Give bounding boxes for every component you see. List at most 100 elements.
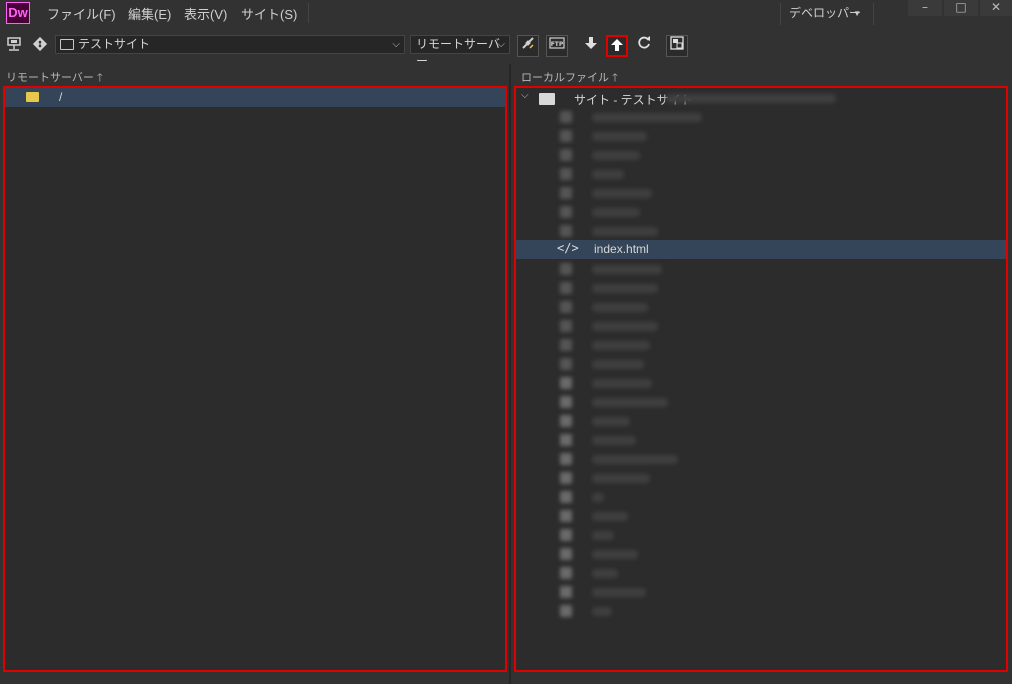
folder-icon <box>560 377 572 389</box>
folder-icon <box>560 491 572 503</box>
list-item[interactable] <box>516 526 1006 545</box>
list-item[interactable] <box>516 279 1006 298</box>
connect-button[interactable] <box>517 35 539 57</box>
chevron-down-icon: ⌵ <box>497 39 505 50</box>
list-item[interactable] <box>516 298 1006 317</box>
blurred-name <box>592 303 648 312</box>
list-item[interactable] <box>516 412 1006 431</box>
blurred-name <box>592 208 640 217</box>
chevron-down-icon[interactable]: ⌵ <box>521 90 529 101</box>
list-item[interactable] <box>516 165 1006 184</box>
blurred-name <box>592 360 644 369</box>
folder-icon <box>560 396 572 408</box>
list-item[interactable] <box>516 336 1006 355</box>
connection-icon[interactable] <box>5 36 23 54</box>
workspace-label: デベロッパー <box>789 6 862 20</box>
blurred-name <box>592 474 650 483</box>
minimize-button[interactable]: – <box>908 0 942 16</box>
folder-icon <box>560 567 572 579</box>
maximize-button[interactable]: □ <box>944 0 978 16</box>
blurred-name <box>592 341 650 350</box>
blurred-name <box>592 151 640 160</box>
file-row-index-html[interactable]: </> index.html <box>516 240 1006 259</box>
folder-icon <box>560 529 572 541</box>
list-item[interactable] <box>516 564 1006 583</box>
folder-icon <box>560 548 572 560</box>
list-item[interactable] <box>516 184 1006 203</box>
pane-divider[interactable] <box>509 64 511 684</box>
file-icon <box>560 282 572 294</box>
get-icon <box>585 37 597 49</box>
remote-file-pane[interactable]: / <box>3 86 507 672</box>
file-name: index.html <box>594 242 649 256</box>
file-icon <box>560 130 572 142</box>
local-file-pane[interactable]: ⌵ サイト - テストサイト </> index.html <box>514 86 1008 672</box>
menu-divider <box>308 3 309 23</box>
list-item[interactable] <box>516 545 1006 564</box>
list-item[interactable] <box>516 146 1006 165</box>
blurred-name <box>592 132 647 141</box>
blurred-name <box>592 379 652 388</box>
folder-icon <box>560 453 572 465</box>
list-item[interactable] <box>516 602 1006 621</box>
folder-icon <box>560 510 572 522</box>
workspace-switcher[interactable]: デベロッパー ▼ <box>780 3 874 25</box>
list-item[interactable] <box>516 393 1006 412</box>
list-item[interactable] <box>516 127 1006 146</box>
file-icon <box>560 111 572 123</box>
blurred-name <box>592 607 612 616</box>
file-icon <box>560 206 572 218</box>
remote-root-label: / <box>59 90 63 104</box>
refresh-button[interactable] <box>633 35 655 57</box>
blurred-name <box>592 455 678 464</box>
list-item[interactable] <box>516 222 1006 241</box>
remote-pane-title: リモートサーバー <box>6 72 94 84</box>
git-icon[interactable] <box>31 36 49 54</box>
folder-icon <box>560 586 572 598</box>
connect-icon <box>522 37 534 49</box>
blurred-name <box>592 113 702 122</box>
file-icon <box>560 187 572 199</box>
menu-bar: Dw ファイル(F) 編集(E) 表示(V) サイト(S) デベロッパー ▼ –… <box>0 0 1012 26</box>
menu-file[interactable]: ファイル(F) <box>47 4 116 23</box>
list-item[interactable] <box>516 355 1006 374</box>
menu-view[interactable]: 表示(V) <box>184 4 227 23</box>
remote-root-row[interactable]: / <box>5 88 505 107</box>
folder-icon <box>560 472 572 484</box>
sort-arrow-icon: 🡑 <box>612 72 618 84</box>
blurred-name <box>592 398 668 407</box>
file-icon <box>560 168 572 180</box>
list-item[interactable] <box>516 260 1006 279</box>
expand-icon <box>670 36 684 50</box>
ftp-log-icon: FTP <box>549 37 565 49</box>
get-button[interactable] <box>580 35 602 57</box>
list-item[interactable] <box>516 450 1006 469</box>
ftp-log-button[interactable]: FTP <box>546 35 568 57</box>
folder-icon <box>26 92 39 102</box>
blurred-name <box>592 227 658 236</box>
blurred-name <box>592 512 628 521</box>
list-item[interactable] <box>516 488 1006 507</box>
view-select[interactable]: リモートサーバー ⌵ <box>410 35 510 68</box>
close-button[interactable]: ✕ <box>980 0 1012 16</box>
list-item[interactable] <box>516 108 1006 127</box>
blurred-path <box>666 94 836 103</box>
chevron-down-icon: ▼ <box>853 9 861 18</box>
list-item[interactable] <box>516 317 1006 336</box>
list-item[interactable] <box>516 374 1006 393</box>
list-item[interactable] <box>516 203 1006 222</box>
local-root-row[interactable]: ⌵ サイト - テストサイト <box>516 89 1006 108</box>
put-icon <box>611 39 623 51</box>
blurred-name <box>592 588 646 597</box>
expand-button[interactable] <box>666 35 688 57</box>
blurred-name <box>592 493 604 502</box>
file-icon <box>560 358 572 370</box>
put-button[interactable] <box>606 35 628 57</box>
menu-site[interactable]: サイト(S) <box>241 4 297 23</box>
list-item[interactable] <box>516 507 1006 526</box>
list-item[interactable] <box>516 583 1006 602</box>
list-item[interactable] <box>516 469 1006 488</box>
list-item[interactable] <box>516 431 1006 450</box>
site-select[interactable]: テストサイト ⌵ <box>55 35 405 54</box>
menu-edit[interactable]: 編集(E) <box>128 4 171 23</box>
